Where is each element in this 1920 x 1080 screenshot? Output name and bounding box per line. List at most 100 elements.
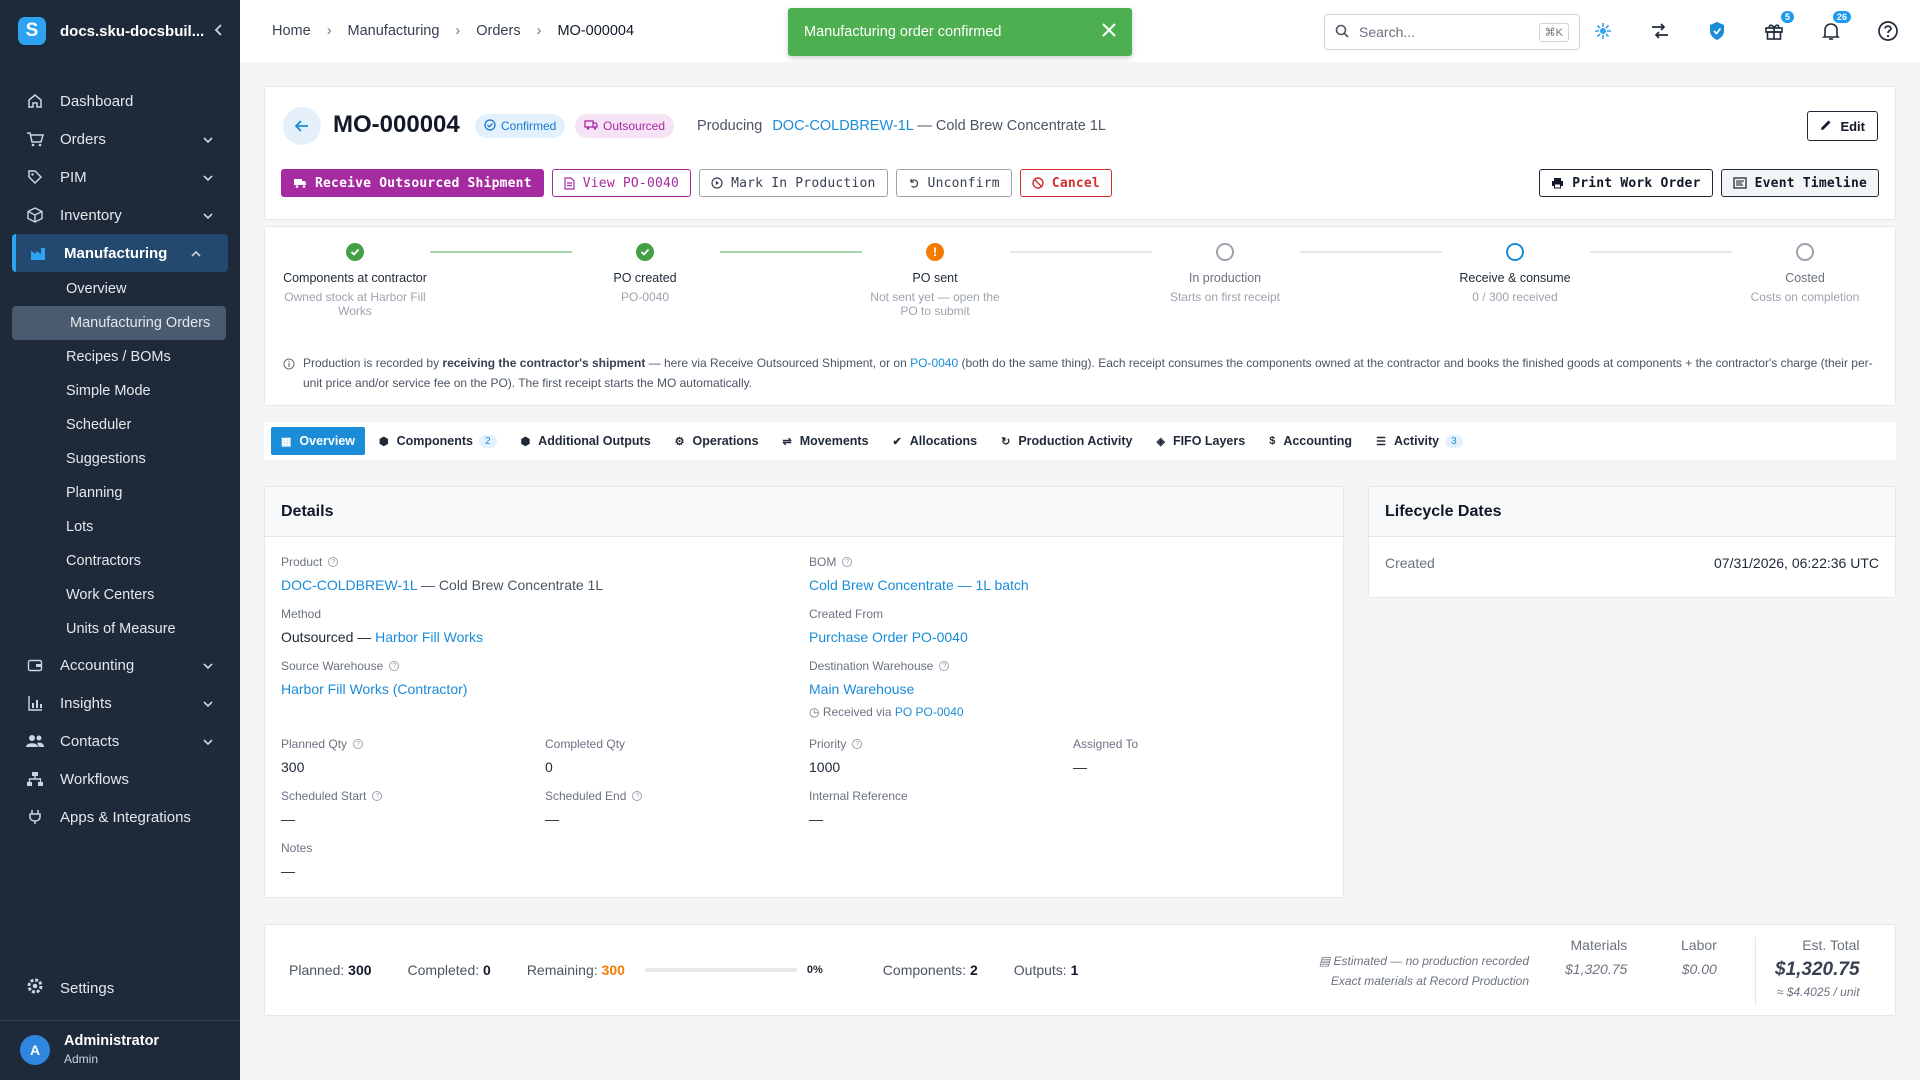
user-profile[interactable]: A Administrator Admin xyxy=(0,1020,240,1080)
tab-movements[interactable]: ⇌ Movements xyxy=(773,427,879,455)
sidebar-sub-scheduler[interactable]: Scheduler xyxy=(0,408,240,442)
sidebar-item-dashboard[interactable]: Dashboard xyxy=(0,82,240,120)
sidebar-item-accounting[interactable]: Accounting xyxy=(0,646,240,684)
cancel-button[interactable]: Cancel xyxy=(1019,169,1112,197)
search-input[interactable]: Search... ⌘K xyxy=(1324,14,1580,50)
sidebar-sub-units-of-measure[interactable]: Units of Measure xyxy=(0,612,240,646)
sidebar-sub-planning[interactable]: Planning xyxy=(0,476,240,510)
circle-icon xyxy=(1216,243,1234,261)
breadcrumb-orders[interactable]: Orders xyxy=(476,23,520,39)
unconfirm-button[interactable]: Unconfirm xyxy=(895,169,1012,197)
sidebar-sub-manufacturing-orders[interactable]: Manufacturing Orders xyxy=(12,306,226,340)
sidebar-item-orders[interactable]: Orders xyxy=(0,120,240,158)
dollar-icon: $ xyxy=(1269,435,1276,447)
brand[interactable]: S docs.sku-docsbuil... xyxy=(0,0,240,62)
mark-in-production-button[interactable]: Mark In Production xyxy=(699,169,888,197)
edit-button[interactable]: Edit xyxy=(1807,111,1878,141)
breadcrumb-manufacturing[interactable]: Manufacturing xyxy=(348,23,440,39)
back-button[interactable] xyxy=(283,107,321,145)
button-label: Event Timeline xyxy=(1754,175,1867,191)
tab-activity[interactable]: ☰ Activity 3 xyxy=(1366,427,1473,455)
field-method: Method Outsourced — Harbor Fill Works xyxy=(281,607,484,645)
details-title: Details xyxy=(265,487,1343,537)
sidebar-item-label: Inventory xyxy=(60,206,122,224)
page-title: MO-000004 xyxy=(333,111,460,138)
sidebar-item-pim[interactable]: PIM xyxy=(0,158,240,196)
step-connector xyxy=(1300,251,1442,253)
field-internal-reference: Internal Reference — xyxy=(809,789,908,827)
sidebar: S docs.sku-docsbuil... Dashboard Orders … xyxy=(0,0,240,1080)
progress-bar xyxy=(644,968,797,972)
receive-outsourced-shipment-button[interactable]: Receive Outsourced Shipment xyxy=(281,169,544,197)
po-link[interactable]: PO PO-0040 xyxy=(895,705,964,719)
sidebar-item-label: Settings xyxy=(60,979,115,997)
workflow-icon xyxy=(26,770,44,788)
sidebar-item-settings[interactable]: Settings xyxy=(0,968,240,1008)
sidebar-item-workflows[interactable]: Workflows xyxy=(0,760,240,798)
print-work-order-button[interactable]: Print Work Order xyxy=(1539,169,1713,197)
view-po-button[interactable]: View PO-0040 xyxy=(551,169,692,197)
product-link[interactable]: DOC-COLDBREW-1L xyxy=(281,577,417,593)
tab-fifo-layers[interactable]: ◈ FIFO Layers xyxy=(1146,427,1255,455)
factory-icon xyxy=(30,244,48,262)
arrows-icon: ⇌ xyxy=(782,435,792,448)
tab-accounting[interactable]: $ Accounting xyxy=(1259,427,1362,455)
cost-materials: Materials $1,320.75 xyxy=(1565,937,1628,977)
product-link[interactable]: DOC-COLDBREW-1L xyxy=(772,118,913,134)
sidebar-item-label: Manufacturing xyxy=(64,244,168,262)
plug-icon xyxy=(26,808,44,826)
tab-allocations[interactable]: ✔ Allocations xyxy=(883,427,988,455)
tab-additional-outputs[interactable]: ⬢ Additional Outputs xyxy=(511,427,661,455)
tab-operations[interactable]: ⚙ Operations xyxy=(665,427,769,455)
sidebar-sub-contractors[interactable]: Contractors xyxy=(0,544,240,578)
sidebar-item-apps-integrations[interactable]: Apps & Integrations xyxy=(0,798,240,836)
sidebar-sub-overview[interactable]: Overview xyxy=(0,272,240,306)
home-icon xyxy=(26,92,44,110)
field-priority: Priority? 1000 xyxy=(809,737,863,775)
contractor-link[interactable]: Harbor Fill Works xyxy=(375,629,483,645)
sidebar-item-insights[interactable]: Insights xyxy=(0,684,240,722)
step-subtitle: 0 / 300 received xyxy=(1472,290,1558,304)
bell-icon[interactable]: 26 xyxy=(1819,11,1851,43)
tab-overview[interactable]: ▦ Overview xyxy=(271,427,365,455)
sidebar-item-inventory[interactable]: Inventory xyxy=(0,196,240,234)
button-label: Print Work Order xyxy=(1572,175,1701,191)
sidebar-item-contacts[interactable]: Contacts xyxy=(0,722,240,760)
calculator-icon: ▤ xyxy=(1318,954,1334,968)
help-icon[interactable] xyxy=(1876,19,1900,43)
bom-link[interactable]: Cold Brew Concentrate — 1L batch xyxy=(809,577,1029,593)
summary-completed: Completed: 0 xyxy=(407,962,491,978)
sidebar-sub-simple-mode[interactable]: Simple Mode xyxy=(0,374,240,408)
sidebar-item-manufacturing[interactable]: Manufacturing xyxy=(12,234,228,272)
close-icon[interactable] xyxy=(1102,23,1116,41)
event-timeline-button[interactable]: Event Timeline xyxy=(1720,169,1879,197)
shield-icon[interactable] xyxy=(1705,19,1729,43)
step-title: Receive & consume xyxy=(1459,271,1571,285)
step-subtitle: Not sent yet — open the PO to submit xyxy=(870,290,1000,318)
arrow-left-icon xyxy=(294,120,308,132)
truck-icon xyxy=(584,119,598,134)
network-icon[interactable] xyxy=(1591,19,1615,43)
po-link[interactable]: PO-0040 xyxy=(910,356,958,370)
chevron-down-icon xyxy=(202,697,214,709)
breadcrumb-home[interactable]: Home xyxy=(272,23,311,39)
sidebar-sub-recipes-boms[interactable]: Recipes / BOMs xyxy=(0,340,240,374)
sidebar-sub-suggestions[interactable]: Suggestions xyxy=(0,442,240,476)
brand-logo: S xyxy=(18,17,46,45)
help-icon: ? xyxy=(939,661,950,671)
created-value: 07/31/2026, 06:22:36 UTC xyxy=(1713,555,1879,571)
producing-label: Producing xyxy=(697,118,763,134)
purchase-order-link[interactable]: Purchase Order PO-0040 xyxy=(809,629,968,645)
source-warehouse-link[interactable]: Harbor Fill Works (Contractor) xyxy=(281,681,467,697)
tab-production-activity[interactable]: ↻ Production Activity xyxy=(991,427,1142,455)
destination-warehouse-link[interactable]: Main Warehouse xyxy=(809,681,914,697)
edit-label: Edit xyxy=(1840,118,1865,134)
collapse-sidebar-icon[interactable] xyxy=(214,23,224,39)
sidebar-sub-lots[interactable]: Lots xyxy=(0,510,240,544)
tab-components[interactable]: ⬢ Components 2 xyxy=(369,427,507,455)
gift-icon[interactable]: 5 xyxy=(1762,11,1794,43)
sidebar-sub-work-centers[interactable]: Work Centers xyxy=(0,578,240,612)
step-title: Components at contractor xyxy=(283,271,427,285)
compare-icon[interactable] xyxy=(1648,19,1672,43)
sidebar-item-label: Workflows xyxy=(60,770,129,788)
